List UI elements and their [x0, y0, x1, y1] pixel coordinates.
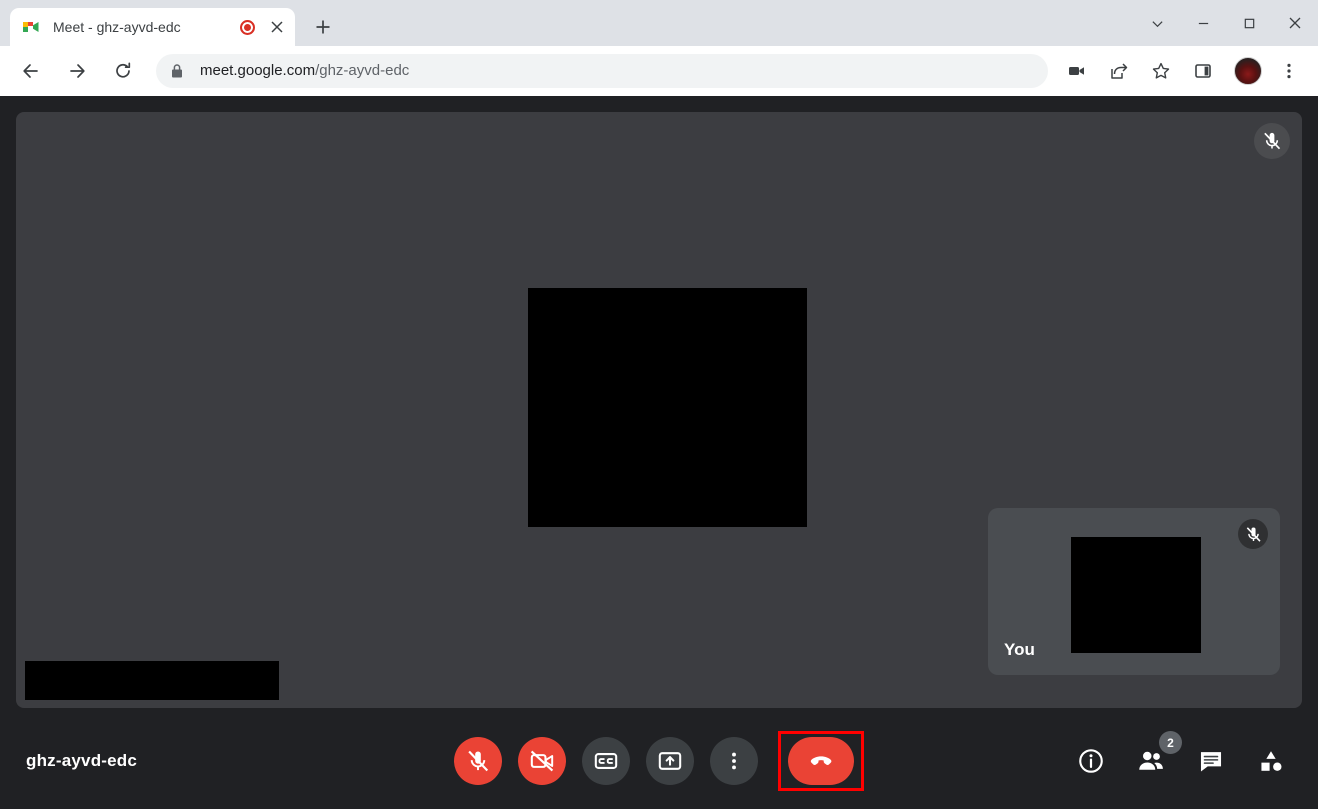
address-bar[interactable]: meet.google.com/ghz-ayvd-edc [156, 53, 1048, 88]
google-meet-app: You ghz-ayvd-edc 2 [0, 96, 1318, 809]
activities-icon[interactable] [1254, 744, 1288, 778]
close-window-icon[interactable] [1272, 0, 1318, 46]
leave-call-button[interactable] [788, 737, 854, 785]
meeting-bottom-bar: ghz-ayvd-edc 2 [0, 713, 1318, 809]
media-camera-indicator-icon[interactable] [1061, 55, 1093, 87]
meeting-right-controls: 2 [1074, 731, 1288, 778]
share-link-icon[interactable] [1103, 55, 1135, 87]
self-view-label: You [1004, 640, 1035, 659]
url-path: /ghz-ayvd-edc [315, 62, 410, 79]
present-screen-button[interactable] [646, 737, 694, 785]
site-lock-icon [170, 63, 186, 79]
chrome-menu-icon[interactable] [1273, 55, 1305, 87]
tab-strip: Meet - ghz-ayvd-edc [0, 0, 1318, 46]
captions-toggle-button[interactable] [582, 737, 630, 785]
reload-icon[interactable] [105, 53, 141, 89]
microphone-toggle-button[interactable] [454, 737, 502, 785]
minimize-icon[interactable] [1180, 0, 1226, 46]
forward-arrow-icon[interactable] [59, 53, 95, 89]
show-everyone-icon[interactable]: 2 [1134, 731, 1182, 778]
redacted-self-video [1071, 537, 1201, 653]
meeting-code-label: ghz-ayvd-edc [26, 751, 138, 770]
camera-toggle-button[interactable] [518, 737, 566, 785]
browser-toolbar: meet.google.com/ghz-ayvd-edc [0, 46, 1318, 96]
meeting-controls [454, 731, 864, 791]
browser-window: Meet - ghz-ayvd-edc meet.google.com/ghz-… [0, 0, 1318, 809]
tab-close-icon[interactable] [267, 17, 287, 37]
tab-search-chevron-down-icon[interactable] [1134, 0, 1180, 46]
window-controls [1134, 0, 1318, 46]
recording-dot-icon [240, 19, 255, 35]
url-domain: meet.google.com [200, 62, 316, 79]
google-meet-favicon [22, 18, 40, 36]
participant-count-badge: 2 [1159, 731, 1182, 754]
meeting-details-icon[interactable] [1074, 744, 1108, 778]
chat-with-everyone-icon[interactable] [1194, 744, 1228, 778]
tab-title: Meet - ghz-ayvd-edc [53, 19, 181, 35]
redacted-video-region [528, 288, 807, 527]
mic-off-badge-self [1238, 519, 1268, 549]
mic-off-badge-stage [1254, 123, 1290, 159]
more-options-button[interactable] [710, 737, 758, 785]
self-view-tile[interactable]: You [988, 508, 1280, 675]
side-panel-icon[interactable] [1187, 55, 1219, 87]
bookmark-star-icon[interactable] [1145, 55, 1177, 87]
profile-avatar[interactable] [1234, 56, 1262, 85]
toolbar-icon-group [1056, 55, 1310, 87]
browser-tab-meet[interactable]: Meet - ghz-ayvd-edc [10, 8, 295, 46]
maximize-icon[interactable] [1226, 0, 1272, 46]
leave-call-highlight [778, 731, 864, 791]
new-tab-button[interactable] [309, 13, 337, 41]
redacted-name-label [25, 661, 279, 700]
back-arrow-icon[interactable] [13, 53, 49, 89]
